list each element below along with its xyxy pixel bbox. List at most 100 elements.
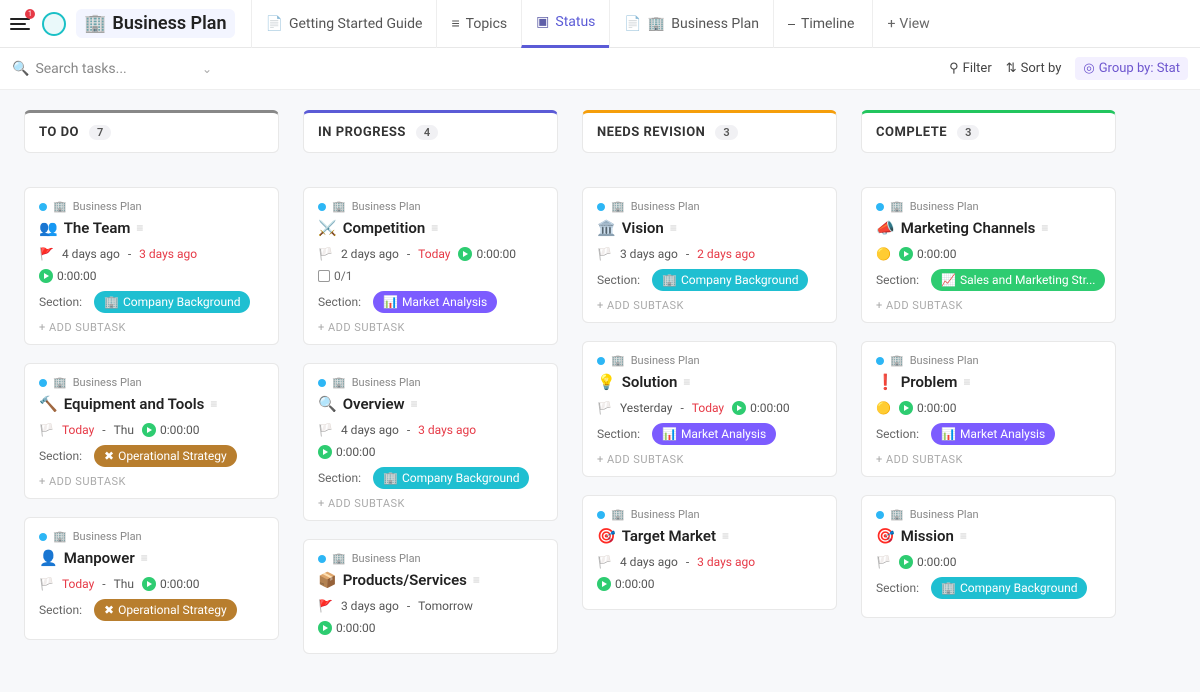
tab-status[interactable]: ▣Status [521, 0, 609, 48]
priority-flag-icon[interactable]: 🏳️ [597, 555, 612, 569]
section-label: Section: [318, 295, 361, 309]
add-subtask-button[interactable]: + ADD SUBTASK [876, 453, 1101, 466]
timer[interactable]: 0:00:00 [597, 577, 655, 591]
task-card[interactable]: 🏢Business Plan🔨Equipment and Tools≡🏳️Tod… [24, 363, 279, 499]
tab-extra-icon: 🏢 [648, 16, 665, 32]
column-header[interactable]: TO DO7 [24, 110, 279, 153]
start-date: Yesterday [620, 401, 673, 415]
section-tag[interactable]: 🏢Company Background [931, 577, 1087, 599]
priority-flag-icon[interactable]: 🏳️ [318, 247, 333, 261]
tab-timeline[interactable]: ⎯Timeline [773, 0, 868, 48]
timer[interactable]: 0:00:00 [142, 577, 200, 591]
card-title-text: Overview [343, 395, 405, 413]
add-subtask-button[interactable]: + ADD SUBTASK [39, 475, 264, 488]
section-tag[interactable]: ✖Operational Strategy [94, 445, 237, 467]
task-card[interactable]: 🏢Business Plan👥The Team≡🚩4 days ago-3 da… [24, 187, 279, 345]
status-dot [318, 379, 326, 387]
add-view-button[interactable]: + View [872, 0, 943, 48]
card-icon: 💡 [597, 373, 616, 391]
column-header[interactable]: COMPLETE3 [861, 110, 1116, 153]
priority-flag-icon[interactable]: 🏳️ [39, 423, 54, 437]
card-title-text: Marketing Channels [901, 219, 1036, 237]
section-tag[interactable]: 📈Sales and Marketing Str... [931, 269, 1105, 291]
status-dot [876, 203, 884, 211]
timer[interactable]: 0:00:00 [39, 269, 97, 283]
sort-button[interactable]: ⇅ Sort by [1006, 61, 1062, 76]
tag-text: Company Background [402, 471, 520, 485]
section-tag[interactable]: 🏢Company Background [94, 291, 250, 313]
section-label: Section: [876, 581, 919, 595]
timer[interactable]: 0:00:00 [318, 445, 376, 459]
priority-flag-icon[interactable]: 🏳️ [597, 247, 612, 261]
tab-business-plan[interactable]: 📄🏢Business Plan [609, 0, 773, 48]
logo-icon[interactable] [42, 12, 66, 36]
search-input[interactable]: 🔍 Search tasks... ⌄ [12, 61, 212, 77]
add-subtask-button[interactable]: + ADD SUBTASK [318, 497, 543, 510]
page-title[interactable]: 🏢 Business Plan [76, 9, 235, 38]
tag-text: Company Background [960, 581, 1078, 595]
section-tag[interactable]: 🏢Company Background [373, 467, 529, 489]
toolbar: 🔍 Search tasks... ⌄ ⚲ Filter ⇅ Sort by ◎… [0, 48, 1200, 90]
card-meta: 🏳️Today-Thu0:00:00 [39, 577, 264, 591]
task-card[interactable]: 🏢Business Plan📦Products/Services≡🚩3 days… [303, 539, 558, 654]
section-tag[interactable]: 📊Market Analysis [931, 423, 1055, 445]
priority-flag-icon[interactable]: 🚩 [318, 599, 333, 613]
section-tag[interactable]: 📊Market Analysis [652, 423, 776, 445]
task-card[interactable]: 🏢Business Plan👤Manpower≡🏳️Today-Thu0:00:… [24, 517, 279, 640]
card-title: 📣Marketing Channels≡ [876, 219, 1101, 237]
card-breadcrumb: 🏢Business Plan [39, 530, 264, 543]
task-card[interactable]: 🏢Business Plan🔍Overview≡🏳️4 days ago-3 d… [303, 363, 558, 521]
section-tag[interactable]: ✖Operational Strategy [94, 599, 237, 621]
priority-flag-icon[interactable]: 🚩 [39, 247, 54, 261]
tab-label: Getting Started Guide [289, 16, 423, 32]
timer[interactable]: 0:00:00 [458, 247, 516, 261]
card-timer-row: 0:00:00 [318, 445, 543, 459]
menu-icon[interactable]: 1 [8, 12, 32, 36]
tab-icon: ⎯ [788, 16, 795, 32]
priority-flag-icon[interactable]: 🏳️ [318, 423, 333, 437]
sort-label: Sort by [1021, 61, 1062, 76]
crumb-text: Business Plan [73, 530, 142, 543]
subtask-progress[interactable]: 0/1 [318, 269, 543, 283]
section-row: Section: 📊Market Analysis [318, 291, 543, 313]
priority-flag-icon[interactable]: 🏳️ [39, 577, 54, 591]
task-card[interactable]: 🏢Business Plan💡Solution≡🏳️Yesterday-Toda… [582, 341, 837, 477]
priority-flag-icon[interactable]: 🟡 [876, 247, 891, 261]
tag-text: Market Analysis [960, 427, 1045, 441]
column-header[interactable]: IN PROGRESS4 [303, 110, 558, 153]
priority-flag-icon[interactable]: 🟡 [876, 401, 891, 415]
task-card[interactable]: 🏢Business Plan🎯Target Market≡🏳️4 days ag… [582, 495, 837, 610]
timer[interactable]: 0:00:00 [732, 401, 790, 415]
timer[interactable]: 0:00:00 [899, 555, 957, 569]
task-card[interactable]: 🏢Business Plan🏛️Vision≡🏳️3 days ago-2 da… [582, 187, 837, 323]
priority-flag-icon[interactable]: 🏳️ [597, 401, 612, 415]
task-card[interactable]: 🏢Business Plan📣Marketing Channels≡🟡0:00:… [861, 187, 1116, 323]
timer[interactable]: 0:00:00 [899, 247, 957, 261]
add-subtask-button[interactable]: + ADD SUBTASK [39, 321, 264, 334]
timer[interactable]: 0:00:00 [142, 423, 200, 437]
add-subtask-button[interactable]: + ADD SUBTASK [876, 299, 1101, 312]
tag-text: Sales and Marketing Str... [960, 273, 1095, 287]
card-title: 🔍Overview≡ [318, 395, 543, 413]
add-subtask-button[interactable]: + ADD SUBTASK [597, 299, 822, 312]
filter-button[interactable]: ⚲ Filter [949, 61, 992, 76]
timer[interactable]: 0:00:00 [318, 621, 376, 635]
task-card[interactable]: 🏢Business Plan🎯Mission≡🏳️0:00:00Section:… [861, 495, 1116, 618]
section-row: Section:📊Market Analysis [876, 423, 1101, 445]
task-card[interactable]: 🏢Business Plan⚔️Competition≡🏳️2 days ago… [303, 187, 558, 345]
add-subtask-button[interactable]: + ADD SUBTASK [597, 453, 822, 466]
section-tag[interactable]: 🏢Company Background [652, 269, 808, 291]
task-card[interactable]: 🏢Business Plan❗Problem≡🟡0:00:00Section:📊… [861, 341, 1116, 477]
column-header[interactable]: NEEDS REVISION3 [582, 110, 837, 153]
date-sep: - [102, 423, 105, 437]
group-button[interactable]: ◎ Group by: Stat [1075, 57, 1188, 80]
add-subtask-button[interactable]: + ADD SUBTASK [318, 321, 543, 334]
section-label: Section: [39, 603, 82, 617]
tab-icon: ≡ [451, 15, 459, 32]
tab-icon: ▣ [536, 14, 549, 30]
tab-topics[interactable]: ≡Topics [436, 0, 521, 48]
section-tag[interactable]: 📊Market Analysis [373, 291, 497, 313]
priority-flag-icon[interactable]: 🏳️ [876, 555, 891, 569]
tab-getting-started-guide[interactable]: 📄Getting Started Guide [251, 0, 437, 48]
timer[interactable]: 0:00:00 [899, 401, 957, 415]
